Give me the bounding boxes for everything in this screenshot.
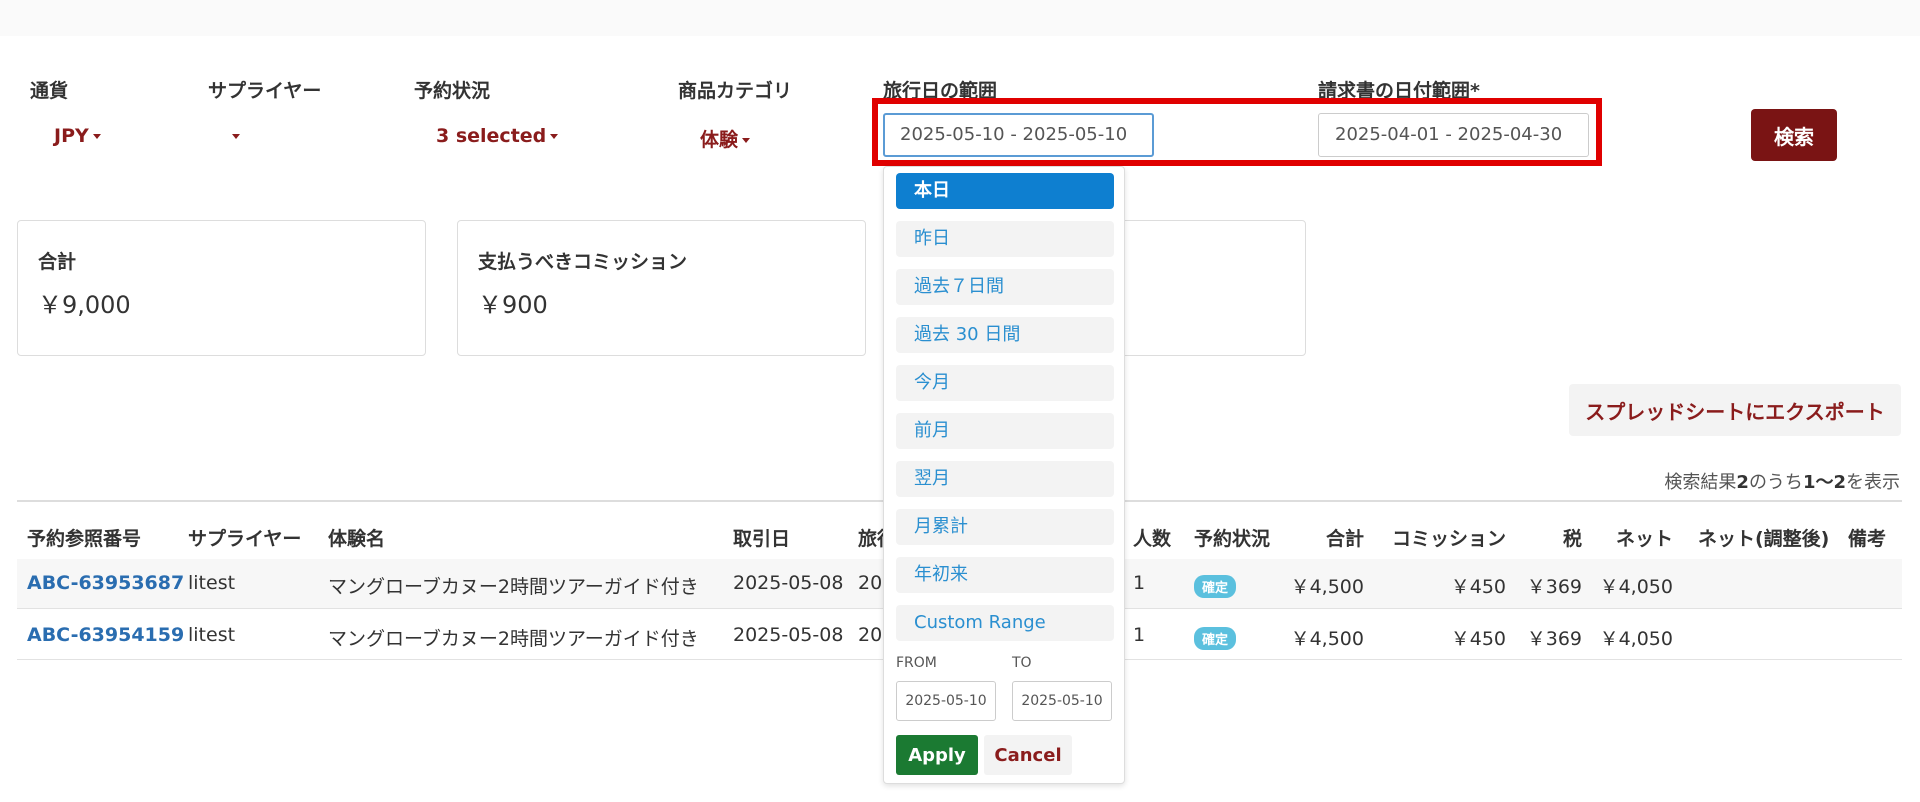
tax-cell: ￥369	[1526, 628, 1582, 650]
total-cell: ￥4,500	[1290, 628, 1364, 650]
apply-button[interactable]: Apply	[896, 735, 978, 775]
caret-down-icon	[742, 138, 751, 143]
from-date-input[interactable]: 2025-05-10	[896, 681, 996, 721]
transaction-date-cell: 2025-05-08	[733, 572, 844, 594]
booking-status-dropdown[interactable]: 3 selected	[436, 125, 559, 147]
range-today[interactable]: 本日	[896, 173, 1114, 209]
transaction-date-cell: 2025-05-08	[733, 624, 844, 646]
th-net-adjusted[interactable]: ネット(調整後)	[1698, 524, 1829, 551]
cancel-button[interactable]: Cancel	[984, 735, 1072, 775]
booking-status-value: 3 selected	[436, 125, 547, 147]
booking-ref-link[interactable]: ABC-63954159	[27, 624, 184, 646]
th-supplier[interactable]: サプライヤー	[188, 524, 301, 551]
currency-label: 通貨	[30, 80, 69, 102]
currency-value: JPY	[54, 125, 89, 147]
net-cell: ￥4,050	[1599, 628, 1673, 650]
summary-card-commission: 支払うべきコミッション ￥900	[457, 220, 866, 356]
th-ref[interactable]: 予約参照番号	[27, 524, 141, 551]
booking-ref-link[interactable]: ABC-63953687	[27, 572, 184, 594]
tax-cell: ￥369	[1526, 576, 1582, 598]
product-category-value: 体験	[700, 129, 739, 151]
pax-cell: 1	[1133, 572, 1146, 594]
th-transaction-date[interactable]: 取引日	[733, 524, 790, 551]
status-badge: 確定	[1194, 627, 1237, 650]
range-last-7-days[interactable]: 過去７日間	[896, 269, 1114, 305]
highlight-box	[872, 98, 1602, 166]
range-last-30-days[interactable]: 過去 30 日間	[896, 317, 1114, 353]
product-category-dropdown[interactable]: 体験	[700, 125, 751, 152]
commission-cell: ￥450	[1450, 576, 1506, 598]
supplier-label: サプライヤー	[208, 80, 322, 102]
result-count: 検索結果2のうち1〜2を表示	[1664, 472, 1900, 493]
th-pax[interactable]: 人数	[1133, 524, 1171, 551]
search-button[interactable]: 検索	[1751, 109, 1837, 161]
supplier-dropdown[interactable]	[228, 125, 240, 147]
card-title: 支払うべきコミッション	[478, 251, 688, 273]
range-next-month[interactable]: 翌月	[896, 461, 1114, 497]
th-commission[interactable]: コミッション	[1392, 524, 1506, 551]
range-month-to-date[interactable]: 月累計	[896, 509, 1114, 545]
range-last-month[interactable]: 前月	[896, 413, 1114, 449]
caret-down-icon	[550, 134, 559, 139]
caret-down-icon	[92, 134, 101, 139]
caret-down-icon	[232, 134, 240, 139]
pax-cell: 1	[1133, 624, 1146, 646]
th-net[interactable]: ネット	[1616, 524, 1673, 551]
th-notes[interactable]: 備考	[1848, 524, 1886, 551]
to-date-input[interactable]: 2025-05-10	[1012, 681, 1112, 721]
th-experience[interactable]: 体験名	[328, 524, 385, 551]
range-custom[interactable]: Custom Range	[896, 605, 1114, 641]
supplier-cell: litest	[188, 624, 236, 646]
to-label: TO	[1012, 655, 1032, 671]
card-title: 合計	[38, 251, 77, 273]
status-badge: 確定	[1194, 575, 1237, 598]
experience-cell: マングローブカヌー2時間ツアーガイド付き	[328, 628, 699, 650]
booking-status-label: 予約状況	[414, 80, 491, 102]
commission-cell: ￥450	[1450, 628, 1506, 650]
th-total[interactable]: 合計	[1326, 524, 1364, 551]
experience-cell: マングローブカヌー2時間ツアーガイド付き	[328, 576, 699, 598]
currency-dropdown[interactable]: JPY	[54, 125, 101, 147]
range-this-month[interactable]: 今月	[896, 365, 1114, 401]
product-category-label: 商品カテゴリ	[678, 80, 793, 102]
export-spreadsheet-button[interactable]: スプレッドシートにエクスポート	[1569, 384, 1901, 436]
card-value: ￥9,000	[38, 291, 131, 319]
summary-card-total: 合計 ￥9,000	[17, 220, 426, 356]
supplier-cell: litest	[188, 572, 236, 594]
top-band	[0, 0, 1920, 36]
range-year-to-date[interactable]: 年初来	[896, 557, 1114, 593]
th-tax[interactable]: 税	[1563, 524, 1582, 551]
net-cell: ￥4,050	[1599, 576, 1673, 598]
th-status[interactable]: 予約状況	[1194, 524, 1270, 551]
card-value: ￥900	[478, 291, 548, 319]
from-label: FROM	[896, 655, 937, 671]
date-range-picker: 本日 昨日 過去７日間 過去 30 日間 今月 前月 翌月 月累計 年初来 Cu…	[883, 166, 1125, 784]
range-yesterday[interactable]: 昨日	[896, 221, 1114, 257]
total-cell: ￥4,500	[1290, 576, 1364, 598]
